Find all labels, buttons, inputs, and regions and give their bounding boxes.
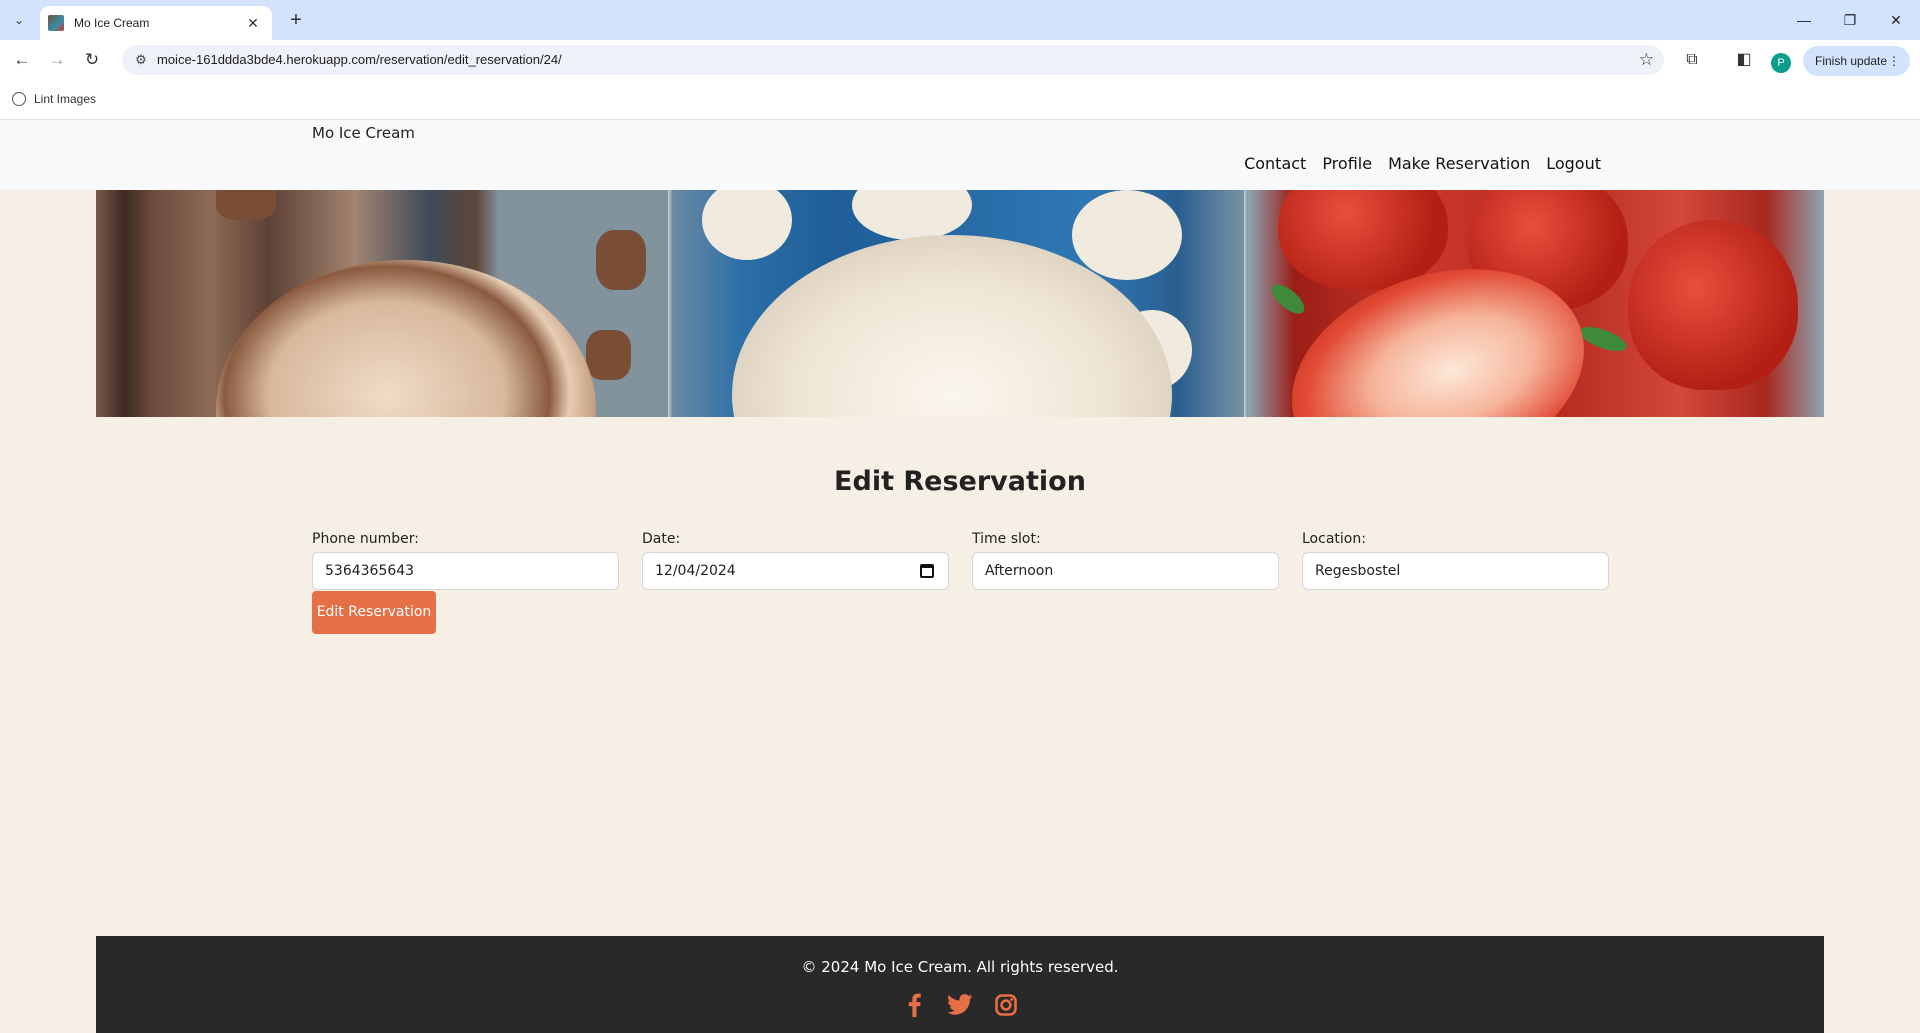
hero-panel-strawberries (1248, 190, 1824, 417)
hero-panel-vanilla-ice-cream (672, 190, 1248, 417)
nav-link-contact[interactable]: Contact (1244, 154, 1306, 173)
site-favicon-icon (48, 15, 64, 31)
address-url[interactable]: moice-161ddda3bde4.herokuapp.com/reserva… (157, 52, 562, 67)
date-input[interactable]: 12/04/2024 (642, 552, 949, 590)
instagram-icon[interactable] (993, 992, 1019, 1018)
bookmark-lint-images[interactable]: Lint Images (12, 92, 96, 106)
phone-number-input[interactable]: 5364365643 (312, 552, 619, 590)
hero-ice-cream-image (96, 190, 1824, 417)
more-menu-icon: ⋮ (1888, 54, 1900, 68)
date-value: 12/04/2024 (655, 563, 736, 579)
tab-search-chevron-icon[interactable]: ⌄ (7, 9, 31, 31)
bookmarks-bar: Lint Images (0, 80, 1920, 120)
time-slot-field: Time slot: Afternoon (972, 531, 1279, 590)
nav-link-make-reservation[interactable]: Make Reservation (1388, 154, 1530, 173)
nav-link-logout[interactable]: Logout (1546, 154, 1601, 173)
window-close-icon[interactable]: ✕ (1876, 8, 1916, 32)
side-panel-icon[interactable]: ◧ (1730, 47, 1758, 73)
site-footer: © 2024 Mo Ice Cream. All rights reserved… (96, 936, 1824, 1033)
location-label: Location: (1302, 531, 1366, 547)
browser-tabstrip: ⌄ Mo Ice Cream ✕ + — ❐ ✕ (0, 0, 1920, 40)
finish-update-button[interactable]: Finish update ⋮ (1803, 46, 1910, 76)
edit-reservation-button[interactable]: Edit Reservation (312, 591, 436, 634)
browser-tab[interactable]: Mo Ice Cream ✕ (40, 6, 272, 40)
social-links (96, 992, 1824, 1018)
calendar-icon[interactable] (920, 564, 934, 578)
date-field: Date: 12/04/2024 (642, 531, 949, 590)
globe-icon (12, 92, 26, 106)
time-slot-input[interactable]: Afternoon (972, 552, 1279, 590)
footer-copyright: © 2024 Mo Ice Cream. All rights reserved… (801, 958, 1119, 976)
reload-icon[interactable]: ↻ (78, 47, 106, 73)
minimize-icon[interactable]: — (1784, 8, 1824, 32)
tab-close-icon[interactable]: ✕ (244, 15, 262, 32)
phone-number-field: Phone number: 5364365643 (312, 531, 619, 590)
tab-title: Mo Ice Cream (74, 16, 150, 30)
phone-number-label: Phone number: (312, 531, 419, 547)
new-tab-plus-icon[interactable]: + (282, 8, 310, 32)
extensions-puzzle-icon[interactable]: ⧉ (1678, 47, 1706, 73)
twitter-icon[interactable] (947, 992, 973, 1018)
date-label: Date: (642, 531, 681, 547)
site-navbar: Mo Ice Cream Contact Profile Make Reserv… (0, 120, 1920, 190)
forward-arrow-icon[interactable]: → (43, 47, 71, 73)
hero-panel-cookie-ice-cream (96, 190, 672, 417)
browser-toolbar: ← → ↻ ⚙ moice-161ddda3bde4.herokuapp.com… (0, 40, 1920, 80)
page-title: Edit Reservation (834, 466, 1086, 497)
nav-links: Contact Profile Make Reservation Logout (1244, 154, 1601, 173)
time-slot-label: Time slot: (972, 531, 1041, 547)
location-input[interactable]: Regesbostel (1302, 552, 1609, 590)
facebook-icon[interactable] (901, 992, 927, 1018)
site-brand[interactable]: Mo Ice Cream (312, 124, 415, 142)
site-info-icon[interactable]: ⚙ (130, 49, 152, 71)
finish-update-label: Finish update (1815, 54, 1888, 68)
bookmark-label: Lint Images (34, 92, 97, 106)
profile-avatar[interactable]: P (1771, 53, 1791, 73)
location-field: Location: Regesbostel (1302, 531, 1609, 590)
back-arrow-icon[interactable]: ← (8, 47, 36, 73)
restore-icon[interactable]: ❐ (1830, 8, 1870, 32)
address-bar[interactable]: ⚙ moice-161ddda3bde4.herokuapp.com/reser… (122, 45, 1664, 75)
bookmark-star-icon[interactable]: ☆ (1639, 49, 1654, 71)
nav-link-profile[interactable]: Profile (1322, 154, 1372, 173)
